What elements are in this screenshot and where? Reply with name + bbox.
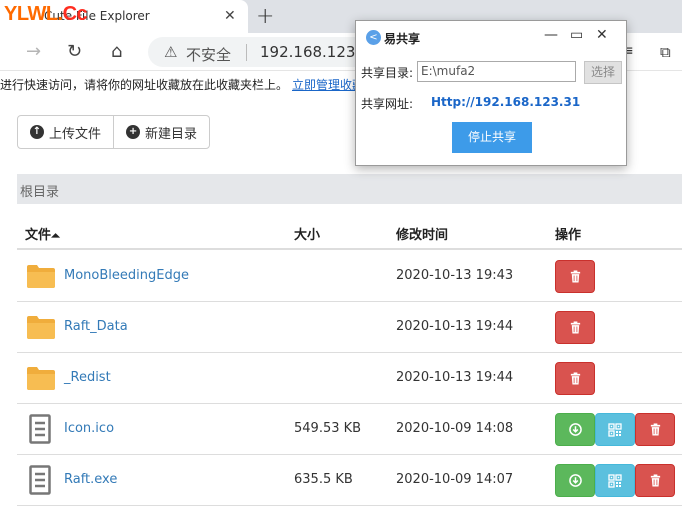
- file-name-link[interactable]: MonoBleedingEdge: [64, 268, 189, 283]
- upload-file-button[interactable]: ↑ 上传文件: [18, 116, 113, 148]
- trash-icon: [569, 372, 582, 385]
- warning-icon: ⚠: [164, 43, 178, 61]
- trash-icon: [649, 423, 662, 436]
- stop-sharing-button[interactable]: 停止共享: [452, 122, 532, 153]
- qrcode-button[interactable]: [595, 413, 635, 446]
- minimize-icon[interactable]: —: [544, 27, 558, 43]
- file-name-link[interactable]: Raft.exe: [64, 472, 117, 487]
- breadcrumb: 根目录: [17, 174, 682, 204]
- folder-icon: [26, 263, 56, 289]
- table-row: Raft.exe 635.5 KB 2020-10-09 14:07: [17, 455, 682, 506]
- file-mtime: 2020-10-13 19:44: [396, 319, 514, 334]
- file-icon: [29, 414, 51, 444]
- column-name-label: 文件: [25, 228, 52, 243]
- column-name-header[interactable]: 文件⏶: [25, 224, 60, 243]
- address-bar[interactable]: ⚠ 不安全 192.168.123.31: [148, 37, 379, 67]
- dialog-title: 易共享: [384, 32, 421, 46]
- qrcode-icon: [608, 422, 622, 437]
- back-arrow-icon[interactable]: →: [26, 41, 41, 62]
- share-dir-label: 共享目录:: [361, 66, 414, 80]
- download-button[interactable]: [555, 464, 595, 497]
- plus-icon: +: [126, 125, 141, 139]
- table-row: _Redist 2020-10-13 19:44: [17, 353, 682, 404]
- trash-icon: [649, 474, 662, 487]
- file-mtime: 2020-10-13 19:43: [396, 268, 514, 283]
- delete-button[interactable]: [555, 260, 595, 293]
- share-dialog: < 易共享 — ▭ ✕ 共享目录: E:\mufa2 选择 共享网址: Http…: [355, 20, 627, 166]
- choose-button[interactable]: 选择: [584, 61, 622, 84]
- share-url-link[interactable]: Http://192.168.123.31: [431, 95, 580, 109]
- share-logo-icon: <: [366, 30, 381, 45]
- maximize-icon[interactable]: ▭: [570, 27, 583, 43]
- breadcrumb-root[interactable]: 根目录: [20, 181, 59, 200]
- watermark-part2: Cc: [62, 3, 88, 25]
- column-mtime-header[interactable]: 修改时间: [396, 224, 448, 243]
- new-directory-button[interactable]: + 新建目录: [113, 116, 209, 148]
- file-icon: [29, 465, 51, 495]
- upload-icon: ↑: [30, 125, 44, 139]
- home-icon[interactable]: ⌂: [111, 41, 122, 62]
- file-size: 635.5 KB: [294, 472, 353, 487]
- file-toolbar: ↑ 上传文件 + 新建目录: [17, 115, 211, 149]
- table-row: MonoBleedingEdge 2020-10-13 19:43: [17, 251, 682, 302]
- download-icon: [568, 423, 582, 436]
- trash-icon: [569, 270, 582, 283]
- file-name-link[interactable]: _Redist: [64, 370, 111, 385]
- delete-button[interactable]: [635, 464, 675, 497]
- column-actions-header: 操作: [555, 228, 582, 243]
- share-dir-input[interactable]: E:\mufa2: [417, 61, 576, 82]
- reload-icon[interactable]: ↻: [67, 41, 82, 62]
- column-size-header[interactable]: 大小: [294, 224, 320, 243]
- qrcode-icon: [608, 473, 622, 488]
- delete-button[interactable]: [555, 311, 595, 344]
- manage-favorites-link[interactable]: 立即管理收藏: [292, 76, 364, 93]
- share-url-label: 共享网址:: [361, 97, 414, 111]
- file-name-link[interactable]: Icon.ico: [64, 421, 114, 436]
- infobar-text: 进行快速访问，请将你的网址收藏放在此收藏夹栏上。: [0, 78, 289, 92]
- tab-close-icon[interactable]: ✕: [224, 8, 236, 24]
- new-tab-button[interactable]: +: [256, 4, 274, 29]
- folder-icon: [26, 365, 56, 391]
- collections-icon[interactable]: ⧉: [660, 43, 671, 61]
- delete-button[interactable]: [555, 362, 595, 395]
- download-icon: [568, 474, 582, 487]
- file-name-link[interactable]: Raft_Data: [64, 319, 128, 334]
- upload-label: 上传文件: [49, 126, 102, 142]
- file-mtime: 2020-10-09 14:08: [396, 421, 514, 436]
- file-size: 549.53 KB: [294, 421, 362, 436]
- delete-button[interactable]: [635, 413, 675, 446]
- folder-icon: [26, 314, 56, 340]
- file-mtime: 2020-10-13 19:44: [396, 370, 514, 385]
- table-row: Icon.ico 549.53 KB 2020-10-09 14:08: [17, 404, 682, 455]
- new-directory-label: 新建目录: [145, 126, 198, 142]
- watermark-logo: YLWL.Cc: [4, 3, 88, 26]
- file-mtime: 2020-10-09 14:07: [396, 472, 514, 487]
- qrcode-button[interactable]: [595, 464, 635, 497]
- trash-icon: [569, 321, 582, 334]
- table-row: Raft_Data 2020-10-13 19:44: [17, 302, 682, 353]
- table-header: 文件⏶ 大小 修改时间 操作: [17, 214, 682, 250]
- close-icon[interactable]: ✕: [596, 27, 608, 43]
- insecure-label: 不安全: [186, 46, 232, 64]
- url-divider: [246, 44, 247, 61]
- sort-ascending-icon: ⏶: [51, 229, 60, 242]
- download-button[interactable]: [555, 413, 595, 446]
- watermark-part1: YLWL.: [4, 3, 63, 25]
